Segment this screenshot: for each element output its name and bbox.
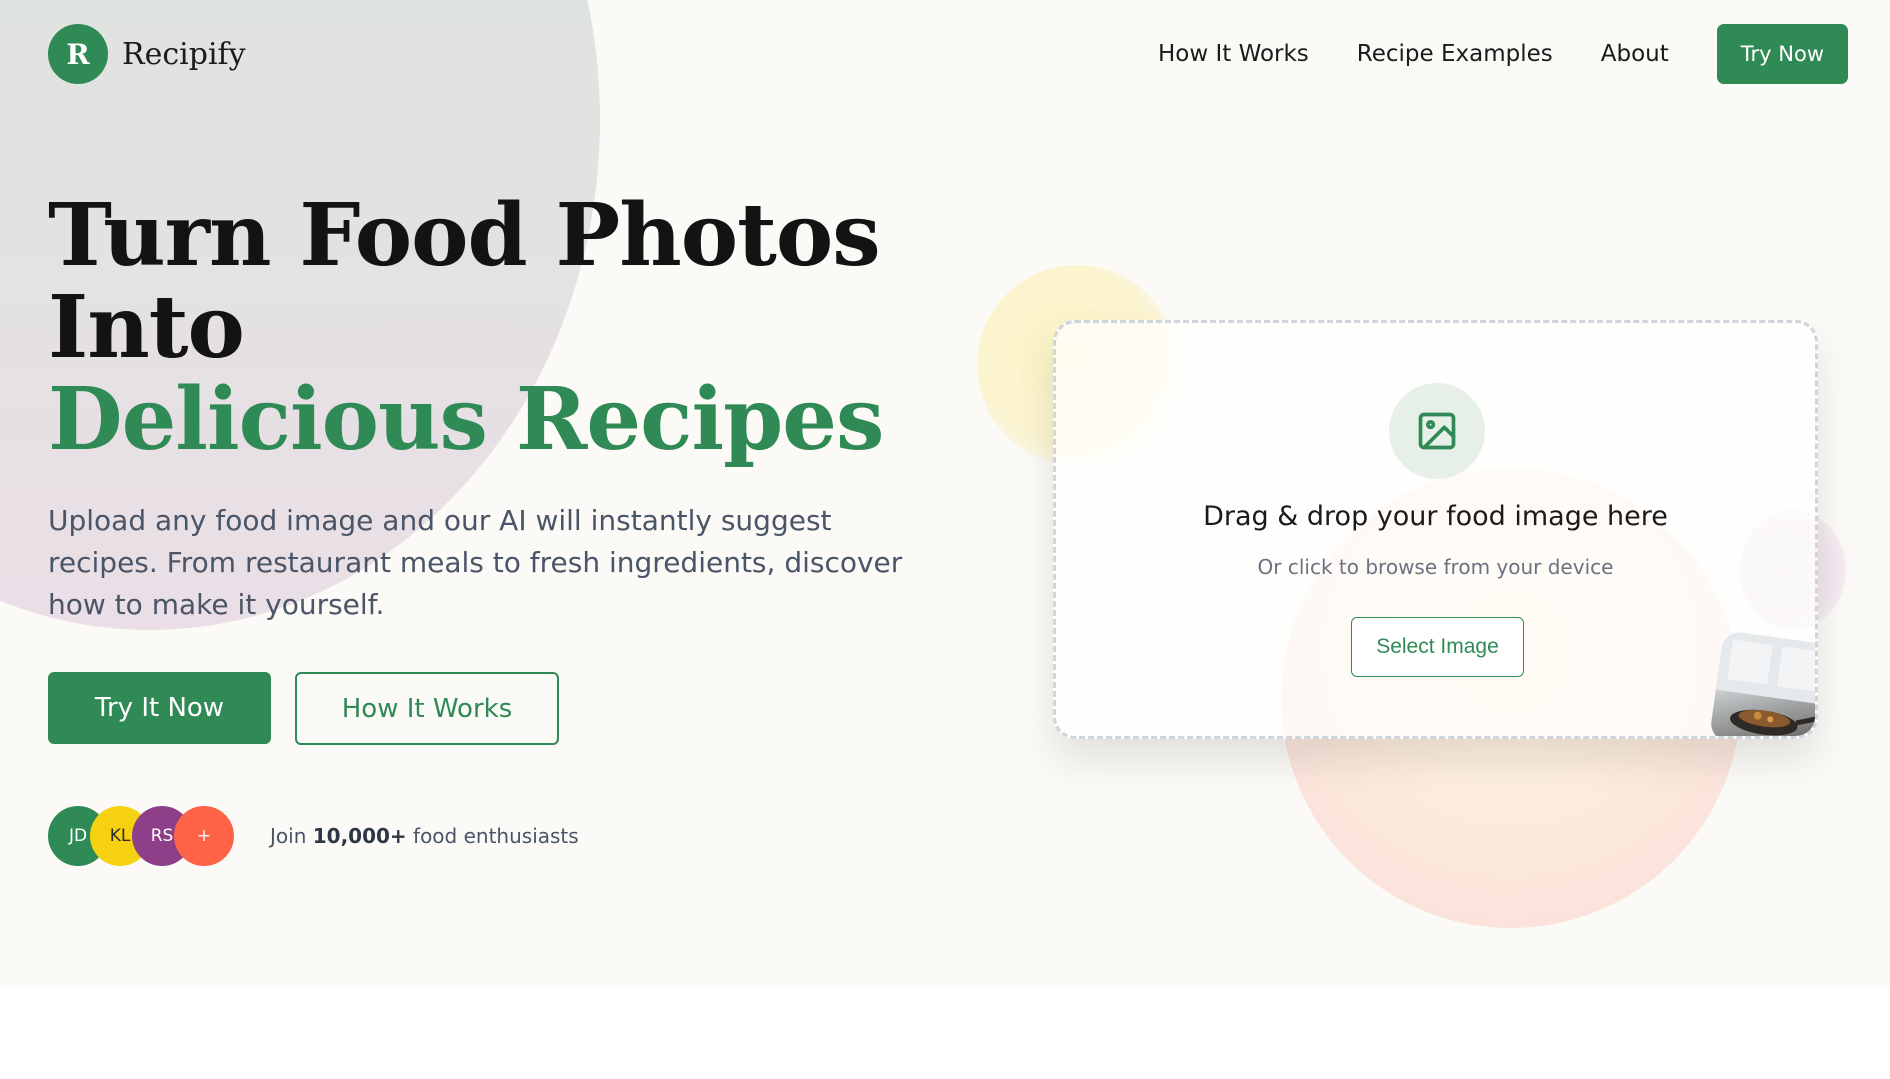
brand-name: Recipify	[122, 36, 246, 72]
social-text-suffix: food enthusiasts	[413, 824, 579, 848]
upload-subtitle: Or click to browse from your device	[1257, 555, 1614, 579]
social-text-count: 10,000+	[312, 824, 407, 848]
headline-line-2: Into	[48, 277, 245, 378]
try-it-now-button[interactable]: Try It Now	[48, 672, 271, 744]
headline-line-1: Turn Food Photos	[48, 185, 881, 286]
image-icon	[1418, 412, 1456, 450]
top-nav: How It Works Recipe Examples About Try N…	[1158, 24, 1848, 84]
upload-title: Drag & drop your food image here	[1203, 501, 1668, 532]
upload-icon-circle	[1389, 383, 1485, 479]
nav-link-about[interactable]: About	[1601, 41, 1669, 67]
how-it-works-button[interactable]: How It Works	[295, 672, 559, 745]
nav-try-now-button[interactable]: Try Now	[1716, 24, 1848, 84]
avatar-more: +	[174, 806, 234, 866]
logo-mark: R	[48, 24, 108, 84]
brand-logo[interactable]: R Recipify	[48, 24, 246, 84]
nav-link-recipe-examples[interactable]: Recipe Examples	[1357, 41, 1553, 67]
headline-accent: Delicious Recipes	[48, 369, 884, 470]
social-proof: JD KL RS + Join 10,000+ food enthusiasts	[48, 806, 579, 866]
social-proof-text: Join 10,000+ food enthusiasts	[270, 824, 579, 848]
cooking-pan-image	[1715, 630, 1815, 736]
hero-section: R Recipify How It Works Recipe Examples …	[0, 0, 1890, 987]
hero-subtitle: Upload any food image and our AI will in…	[48, 504, 903, 621]
upload-dropzone[interactable]: Drag & drop your food image here Or clic…	[1053, 320, 1818, 739]
food-photo-thumbnail	[1708, 630, 1815, 736]
nav-link-how-it-works[interactable]: How It Works	[1158, 41, 1309, 67]
select-image-button[interactable]: Select Image	[1351, 617, 1524, 677]
avatar-group: JD KL RS +	[48, 806, 234, 866]
hero-headline: Turn Food Photos Into Delicious Recipes	[48, 190, 948, 466]
social-text-prefix: Join	[270, 824, 307, 848]
